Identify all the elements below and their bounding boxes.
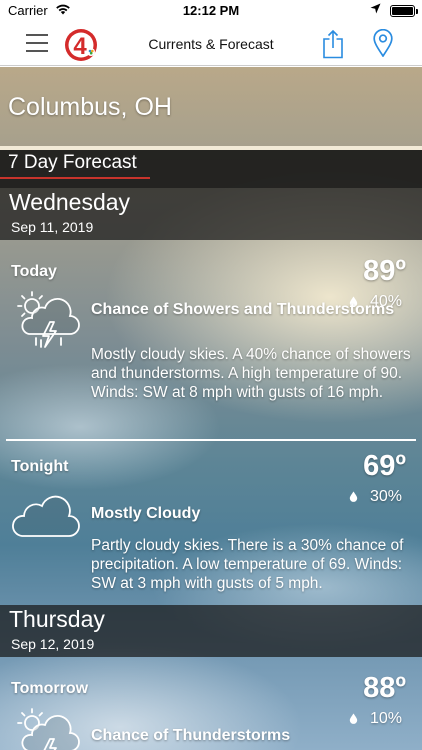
battery-icon xyxy=(390,5,415,17)
battery-tip xyxy=(416,9,418,14)
city-name: Columbus, OH xyxy=(8,93,172,121)
day-name: Thursday xyxy=(9,606,105,632)
day-header-wednesday: Wednesday Sep 11, 2019 xyxy=(0,188,422,240)
period-temperature: 88º xyxy=(363,672,406,704)
period-name: Tomorrow xyxy=(11,680,89,697)
forecast-period-tonight[interactable]: Tonight 69º 30% Mostly Cloudy Partly clo… xyxy=(0,450,422,598)
forecast-period-tomorrow[interactable]: Tomorrow 88º 10% Chance of Thunderstorms xyxy=(0,672,422,750)
condition-description: Mostly cloudy skies. A 40% chance of sho… xyxy=(91,346,411,401)
precip-chance: 10% xyxy=(349,710,402,728)
share-icon[interactable] xyxy=(322,29,344,59)
period-name: Tonight xyxy=(11,458,69,475)
status-bar: Carrier 12:12 PM xyxy=(0,0,422,22)
thunderstorm-icon xyxy=(12,289,80,358)
page-title: Currents & Forecast xyxy=(148,36,274,52)
forecast-title: 7 Day Forecast xyxy=(8,152,137,173)
forecast-content[interactable]: Columbus, OH 7 Day Forecast Wednesday Se… xyxy=(0,67,422,750)
nav-bar: 4 Currents & Forecast xyxy=(0,22,422,66)
precip-value: 10% xyxy=(369,710,402,727)
status-time: 12:12 PM xyxy=(182,3,240,18)
condition-summary: Mostly Cloudy xyxy=(91,505,201,522)
location-arrow-icon xyxy=(370,3,381,17)
day-date: Sep 11, 2019 xyxy=(11,219,94,235)
condition-summary: Chance of Thunderstorms xyxy=(91,727,291,744)
day-date: Sep 12, 2019 xyxy=(11,636,95,652)
cloud-icon xyxy=(12,486,80,547)
day-header-thursday: Thursday Sep 12, 2019 xyxy=(0,605,422,657)
thunderstorm-icon xyxy=(12,706,80,750)
condition-description: Partly cloudy skies. There is a 30% chan… xyxy=(91,537,404,592)
raindrop-icon xyxy=(349,713,358,724)
forecast-section-header: 7 Day Forecast xyxy=(0,150,422,188)
period-name: Today xyxy=(11,263,57,280)
precip-chance: 30% xyxy=(349,488,402,506)
forecast-title-underline xyxy=(0,177,150,179)
period-temperature: 89º xyxy=(363,255,406,287)
forecast-period-today[interactable]: Today 89º 40% Chance of Showers and Thun… xyxy=(0,255,422,423)
condition-summary: Chance of Showers and Thunderstorms xyxy=(91,301,395,318)
location-pin-icon[interactable] xyxy=(373,28,393,58)
period-temperature: 69º xyxy=(363,450,406,482)
period-divider xyxy=(6,439,416,441)
precip-value: 30% xyxy=(369,488,402,505)
raindrop-icon xyxy=(349,491,358,502)
day-name: Wednesday xyxy=(9,189,131,215)
